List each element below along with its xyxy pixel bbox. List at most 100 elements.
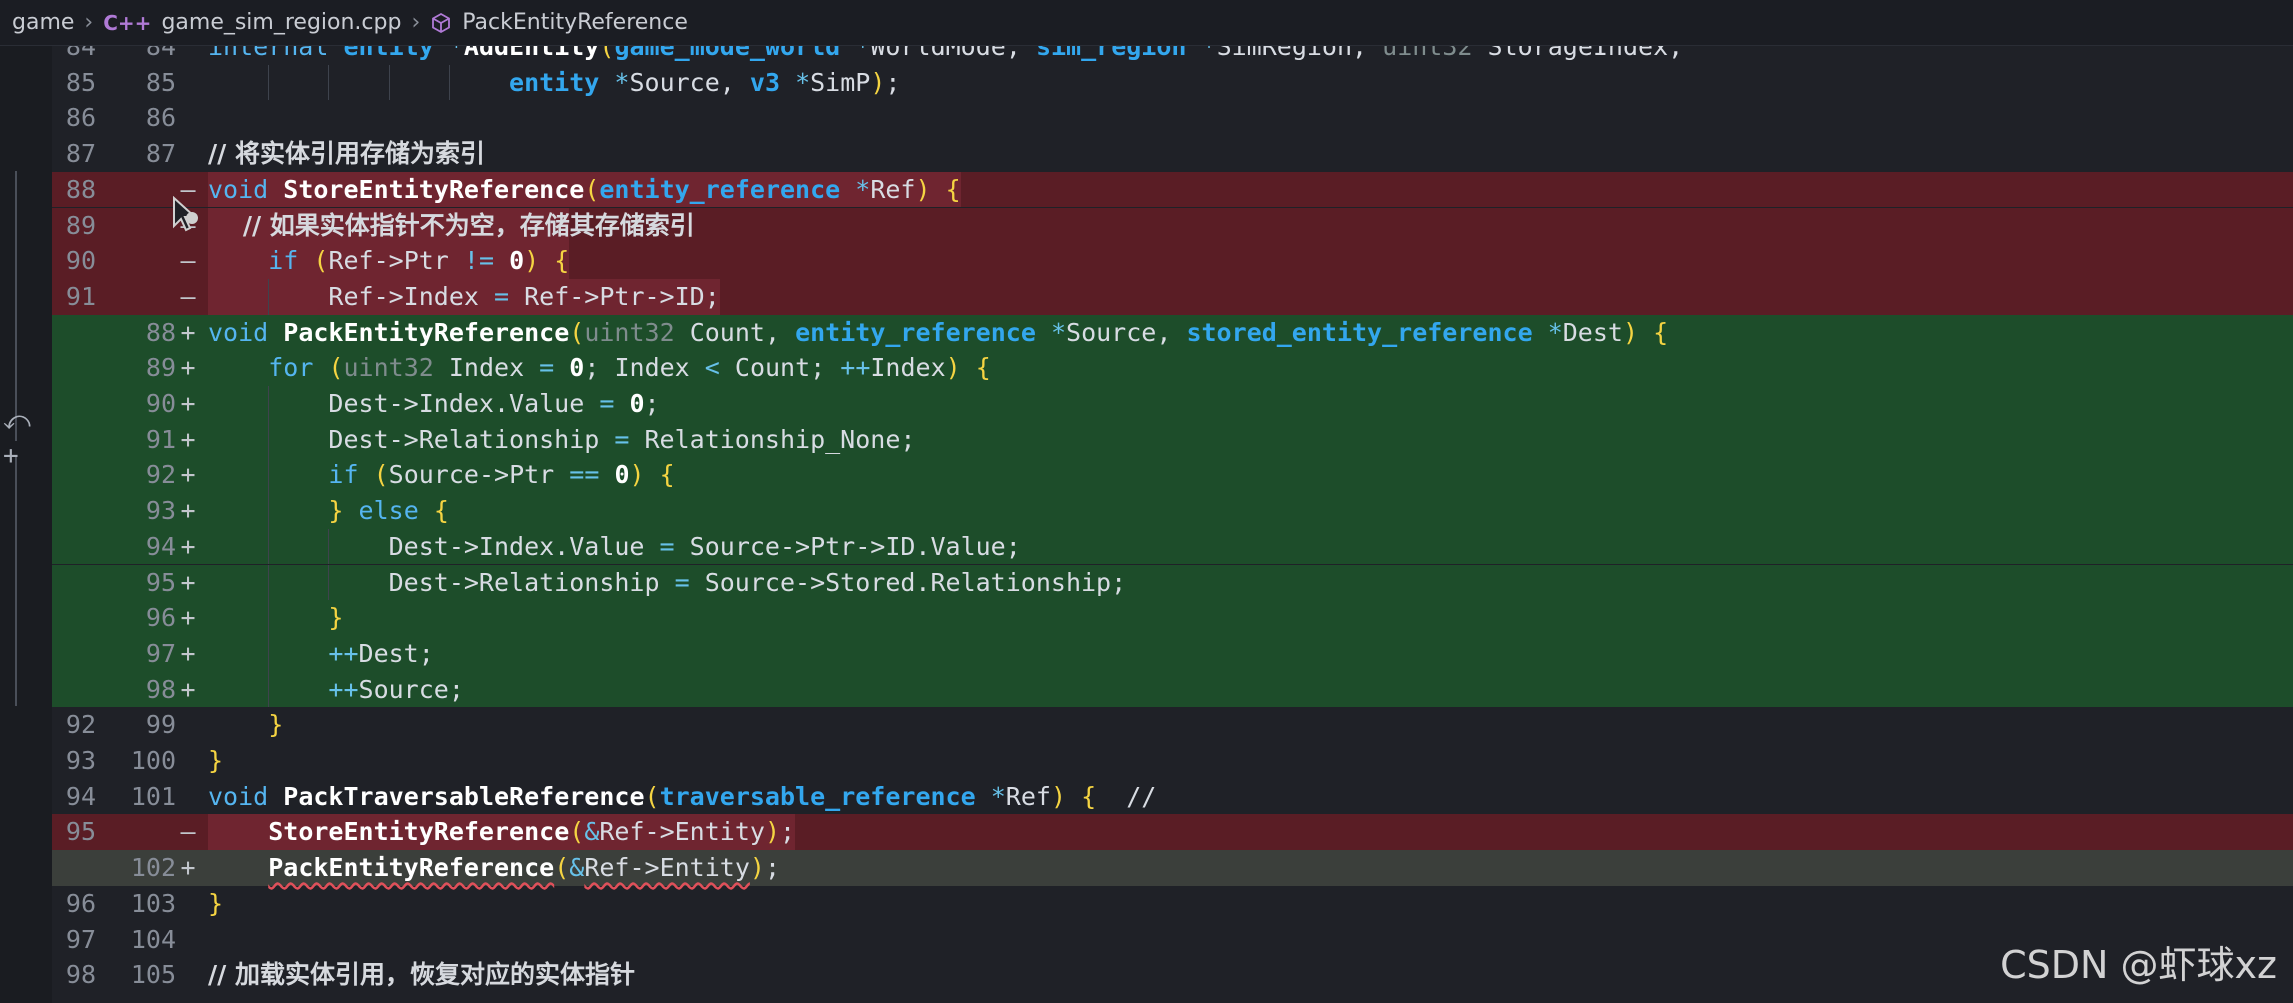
diff-added-marker: + <box>180 317 196 347</box>
method-cube-icon <box>430 12 452 34</box>
code-text[interactable]: // 将实体引用存储为索引 <box>208 136 485 172</box>
diff-line-added[interactable]: 89 + for (uint32 Index = 0; Index < Count… <box>52 350 2293 386</box>
breadcrumb-label: PackEntityReference <box>462 10 688 35</box>
code-text[interactable]: } <box>208 600 343 636</box>
diff-editor[interactable]: 84 84 internal entity *AddEntity(game_mode… <box>52 32 2293 1003</box>
code-text[interactable]: void PackTraversableReference(traversabl… <box>208 779 1156 815</box>
code-text[interactable]: Dest->Index.Value = 0; <box>208 386 659 422</box>
line-number-modified: 86 <box>145 103 176 133</box>
diff-line-added[interactable]: 98 + ++Source; <box>52 671 2293 708</box>
line-number-original: 88 <box>65 174 96 204</box>
code-text[interactable]: } else { <box>208 493 448 529</box>
add-plus-icon[interactable]: + <box>3 441 19 471</box>
code-text[interactable]: for (uint32 Index = 0; Index < Count; ++… <box>208 350 991 386</box>
code-text[interactable]: } <box>208 707 283 743</box>
code-text[interactable]: Ref->Index = Ref->Ptr->ID; <box>208 279 719 315</box>
breadcrumb-item-folder[interactable]: game <box>12 10 74 35</box>
diff-line-added[interactable]: 102 + PackEntityReference(&Ref->Entity); <box>52 850 2293 886</box>
diff-line-deleted[interactable]: 88— void StoreEntityReference(entity_refe… <box>52 171 2293 208</box>
line-number-modified: 87 <box>145 139 176 169</box>
diff-line-deleted[interactable]: 89— // 如果实体指针不为空，存储其存储索引 <box>52 207 2293 244</box>
line-number-original: 94 <box>65 781 96 811</box>
chevron-right-icon: › <box>84 10 94 35</box>
diff-added-marker: + <box>180 853 196 883</box>
code-text[interactable]: Dest->Index.Value = Source->Ptr->ID.Valu… <box>208 529 1021 565</box>
breadcrumb-item-symbol[interactable]: PackEntityReference <box>430 10 688 35</box>
code-text[interactable]: void StoreEntityReference(entity_referen… <box>208 172 961 208</box>
line-number-modified: 101 <box>130 781 176 811</box>
code-text[interactable]: } <box>208 886 223 922</box>
line-number-modified: 105 <box>130 960 176 990</box>
line-number-original: 96 <box>65 888 96 918</box>
diff-added-marker: + <box>180 638 196 668</box>
code-text[interactable]: if (Source->Ptr == 0) { <box>208 457 674 493</box>
line-number-modified: 98 <box>145 674 176 704</box>
code-text[interactable]: StoreEntityReference(&Ref->Entity); <box>208 814 795 850</box>
diff-line[interactable]: 94 101 void PackTraversableReference(trave… <box>52 779 2293 815</box>
diff-added-marker: + <box>180 531 196 561</box>
line-number-modified: 97 <box>145 638 176 668</box>
code-text[interactable]: PackEntityReference(&Ref->Entity); <box>208 850 780 886</box>
diff-added-marker: + <box>180 353 196 383</box>
diff-line-added[interactable]: 96 + } <box>52 600 2293 636</box>
undo-arrow-icon[interactable]: ⤺ <box>3 406 31 437</box>
line-number-modified: 104 <box>130 924 176 954</box>
diff-line[interactable]: 87 87 // 将实体引用存储为索引 <box>52 136 2293 172</box>
scope-line <box>15 456 17 706</box>
code-text[interactable]: entity *Source, v3 *SimP); <box>208 65 900 101</box>
scope-line <box>15 171 17 441</box>
diff-line-added[interactable]: 94 + Dest->Index.Value = Source->Ptr->ID.… <box>52 528 2293 565</box>
diff-line-added[interactable]: 88 + void PackEntityReference(uint32 Count… <box>52 314 2293 351</box>
line-number-modified: 89 <box>145 353 176 383</box>
diff-line[interactable]: 97 104 <box>52 922 2293 958</box>
code-text[interactable]: void PackEntityReference(uint32 Count, e… <box>208 315 1668 351</box>
diff-line-deleted[interactable]: 95 — StoreEntityReference(&Ref->Entity); <box>52 814 2293 851</box>
code-text[interactable]: // 加载实体引用，恢复对应的实体指针 <box>208 957 635 993</box>
mouse-cursor-icon <box>172 195 202 240</box>
line-number-modified: 90 <box>145 389 176 418</box>
diff-line-added[interactable]: 93 + } else { <box>52 493 2293 529</box>
line-number-original: 93 <box>65 746 96 775</box>
code-text[interactable]: // 如果实体指针不为空，存储其存储索引 <box>208 208 695 244</box>
diff-added-marker: + <box>180 674 196 704</box>
code-text[interactable]: } <box>208 743 223 779</box>
diff-line[interactable]: 86 86 <box>52 100 2293 136</box>
diff-line-added[interactable]: 92 + if (Source->Ptr == 0) { <box>52 457 2293 494</box>
code-text[interactable]: Dest->Relationship = Source->Stored.Rela… <box>208 565 1127 601</box>
cpp-file-icon: C++ <box>103 10 152 35</box>
diff-line[interactable]: 96 103} <box>52 886 2293 922</box>
line-number-original: 90 <box>65 246 96 276</box>
diff-added-marker: + <box>180 389 196 418</box>
diff-line-deleted[interactable]: 90 — if (Ref->Ptr != 0) { <box>52 243 2293 279</box>
diff-added-marker: + <box>180 496 196 526</box>
chevron-right-icon: › <box>411 10 421 35</box>
line-number-modified: 102 <box>130 853 176 883</box>
diff-line-added[interactable]: 91 + Dest->Relationship = Relationship_No… <box>52 421 2293 458</box>
diff-added-marker: + <box>180 424 196 454</box>
code-text[interactable]: Dest->Relationship = Relationship_None; <box>208 422 915 458</box>
code-text[interactable]: ++Source; <box>208 672 463 708</box>
diff-added-marker: + <box>180 460 196 490</box>
diff-line-added[interactable]: 97 + ++Dest; <box>52 635 2293 672</box>
breadcrumb: game › C++ game_sim_region.cpp › PackEnt… <box>0 0 2293 46</box>
diff-line[interactable]: 98 105 // 加载实体引用，恢复对应的实体指针 <box>52 957 2293 993</box>
diff-added-marker: + <box>180 603 196 633</box>
diff-line[interactable]: 93 100} <box>52 743 2293 779</box>
diff-line[interactable]: 85 85 entity *Source, v3 *SimP); <box>52 64 2293 101</box>
line-number-modified: 85 <box>145 67 176 97</box>
line-number-original: 98 <box>65 960 96 990</box>
breadcrumb-item-file[interactable]: C++ game_sim_region.cpp <box>103 10 401 35</box>
code-text[interactable]: ++Dest; <box>208 636 433 672</box>
diff-line[interactable]: 92 99 } <box>52 707 2293 743</box>
line-number-modified: 93 <box>145 496 176 526</box>
code-text[interactable]: if (Ref->Ptr != 0) { <box>208 243 569 279</box>
activity-strip: ⤺ + <box>0 46 52 1003</box>
breadcrumb-label: game <box>12 10 75 35</box>
line-number-original: 86 <box>65 103 96 133</box>
diff-line-added[interactable]: 90 + Dest->Index.Value = 0; <box>52 386 2293 422</box>
diff-line-added[interactable]: 95 + Dest->Relationship = Source->Stored.… <box>52 564 2293 601</box>
line-number-original: 92 <box>65 710 96 740</box>
diff-removed-marker: — <box>180 246 196 276</box>
diff-line-deleted[interactable]: 91 — Ref->Index = Ref->Ptr->ID; <box>52 278 2293 315</box>
line-number-original: 97 <box>65 924 96 954</box>
